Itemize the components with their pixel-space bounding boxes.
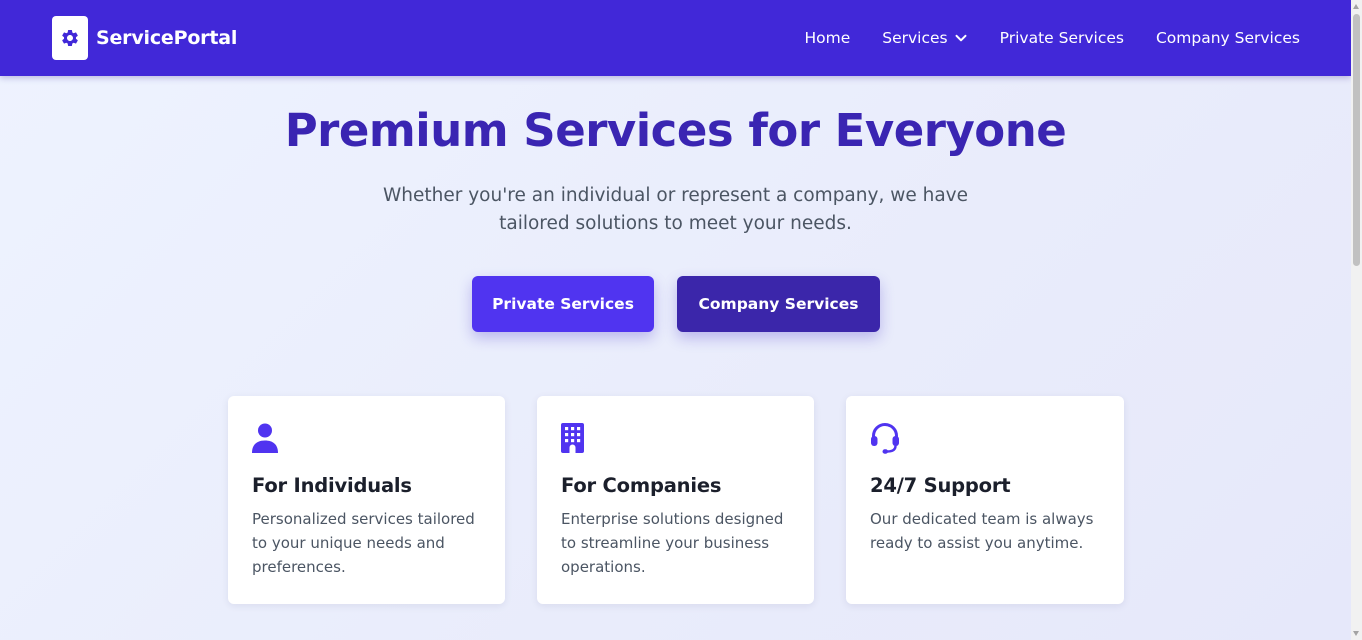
nav-link-home[interactable]: Home xyxy=(804,29,850,47)
hero-subtitle: Whether you're an individual or represen… xyxy=(382,185,968,234)
private-services-button[interactable]: Private Services xyxy=(472,276,654,332)
scrollbar-thumb[interactable] xyxy=(1353,14,1360,266)
nav-link-services-dropdown[interactable]: Services xyxy=(882,29,967,47)
scroll-down-arrow-icon[interactable] xyxy=(1353,631,1359,636)
feature-card-individuals: For Individuals Personalized services ta… xyxy=(228,396,505,604)
navbar: ServicePortal Home Services Private Serv… xyxy=(0,0,1351,76)
gear-icon xyxy=(62,29,78,46)
card-text: Personalized services tailored to your u… xyxy=(252,510,475,576)
nav-link-private-services[interactable]: Private Services xyxy=(1000,29,1124,47)
brand-logo xyxy=(52,16,88,60)
user-icon xyxy=(252,423,278,453)
nav-link-label: Company Services xyxy=(1155,29,1300,47)
nav-link-company-services[interactable]: Company Services xyxy=(1156,29,1300,47)
feature-card-support: 24/7 Support Our dedicated team is alway… xyxy=(846,396,1124,604)
card-title: For Individuals xyxy=(252,474,412,497)
chevron-down-icon xyxy=(954,31,968,45)
card-title: 24/7 Support xyxy=(870,474,1011,497)
brand[interactable]: ServicePortal xyxy=(52,16,237,60)
company-services-button[interactable]: Company Services xyxy=(677,276,880,332)
scroll-up-arrow-icon[interactable] xyxy=(1353,4,1359,9)
nav-link-label: Private Services xyxy=(999,29,1124,47)
nav-links: Home Services Private Services Company S… xyxy=(772,0,1300,76)
nav-link-label: Services xyxy=(882,29,948,47)
hero-title: Premium Services for Everyone xyxy=(284,104,1067,157)
brand-name: ServicePortal xyxy=(96,27,238,49)
feature-card-companies: For Companies Enterprise solutions desig… xyxy=(537,396,814,604)
page: ServicePortal Home Services Private Serv… xyxy=(0,0,1351,640)
card-text: Enterprise solutions designed to streaml… xyxy=(561,510,784,576)
card-text: Our dedicated team is always ready to as… xyxy=(870,510,1094,552)
card-title: For Companies xyxy=(561,474,722,497)
nav-link-label: Home xyxy=(804,29,851,47)
headset-icon xyxy=(871,423,899,454)
building-icon xyxy=(561,423,584,453)
vertical-scrollbar[interactable] xyxy=(1351,0,1362,640)
